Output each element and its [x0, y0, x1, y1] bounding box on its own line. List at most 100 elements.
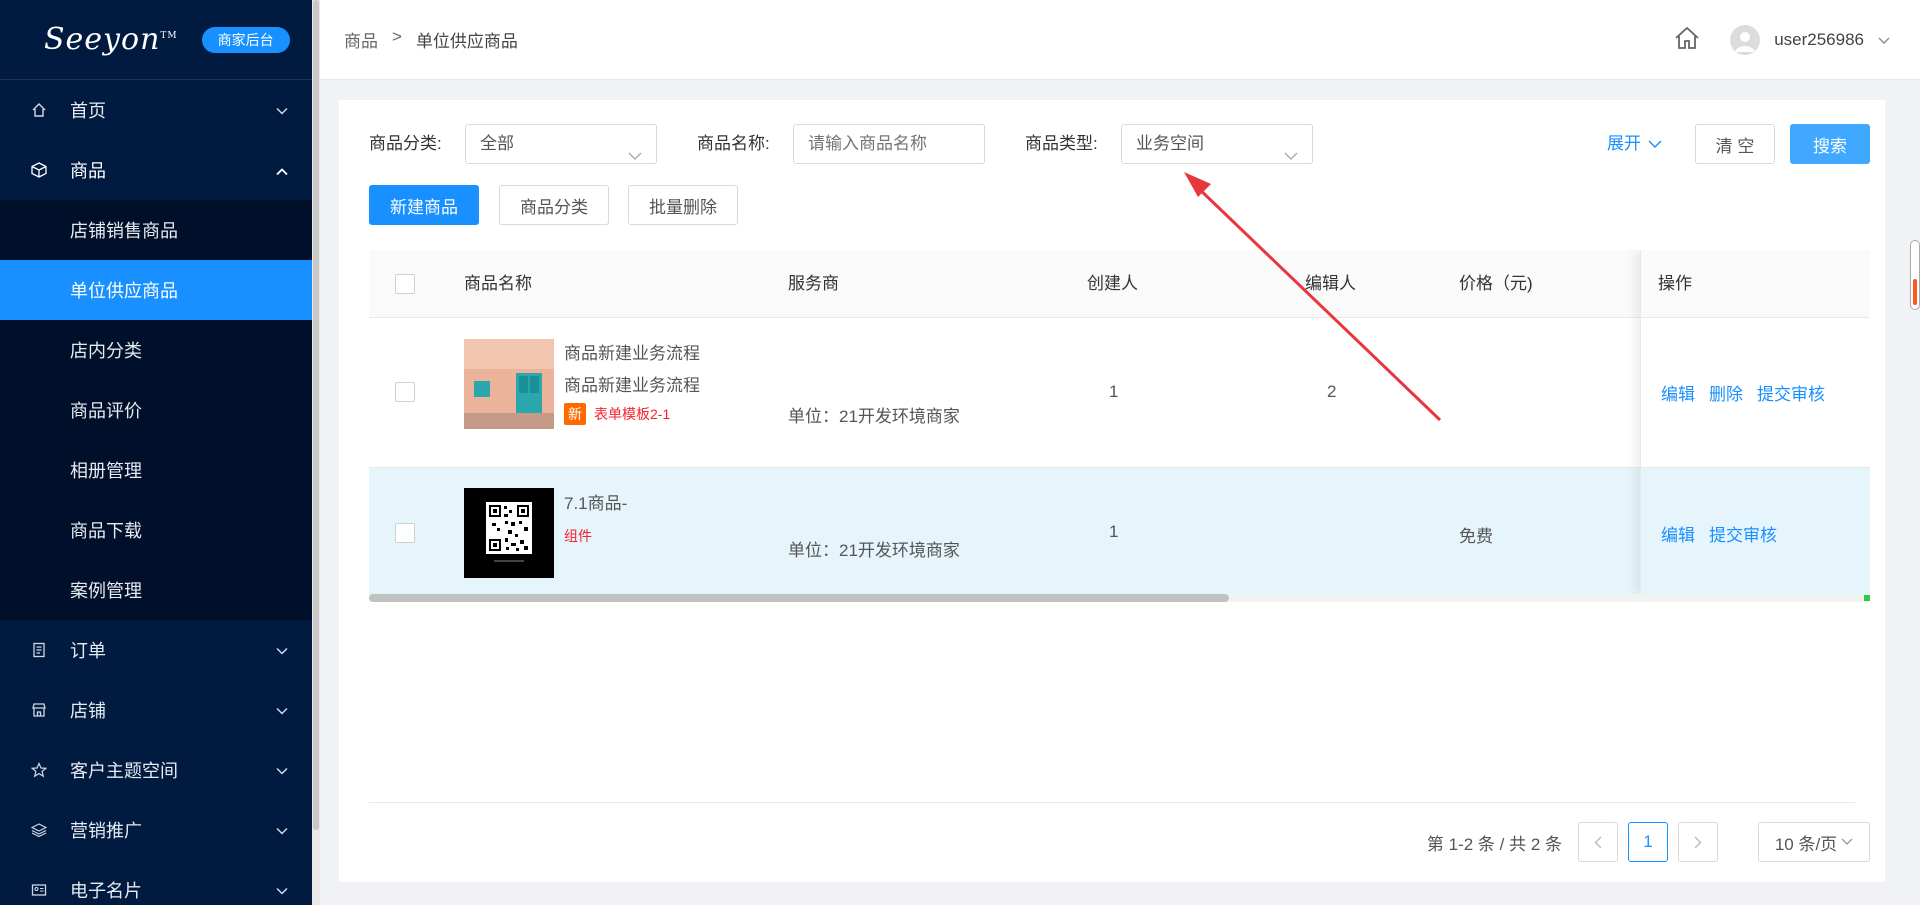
category-filter-label: 商品分类: — [369, 134, 442, 153]
goods-name-input[interactable] — [793, 124, 985, 164]
category-select[interactable]: 全部 — [465, 124, 657, 164]
layers-icon — [30, 821, 48, 839]
page-scrollbar-thumb[interactable] — [1913, 279, 1917, 305]
goods-category-button[interactable]: 商品分类 — [499, 185, 609, 225]
column-header-price: 价格（元) — [1459, 274, 1533, 293]
qr-code-thumbnail[interactable] — [464, 488, 554, 578]
sidebar-scrollbar-thumb[interactable] — [313, 0, 319, 830]
submit-review-link[interactable]: 提交审核 — [1757, 385, 1825, 404]
category-select-value: 全部 — [480, 134, 514, 153]
chevron-down-icon — [1648, 140, 1662, 149]
page-scrollbar[interactable] — [1910, 240, 1920, 310]
row-checkbox[interactable] — [395, 382, 415, 402]
goods-type-select[interactable]: 业务空间 — [1121, 124, 1313, 164]
menu-item-label: 营销推广 — [70, 821, 142, 841]
delete-link[interactable]: 删除 — [1709, 385, 1743, 404]
editor-cell: 2 — [1327, 382, 1337, 401]
chevron-left-icon — [1594, 836, 1602, 848]
sidebar-item-case-management[interactable]: 案例管理 — [0, 560, 312, 620]
sidebar-item-goods-download[interactable]: 商品下载 — [0, 500, 312, 560]
next-page-button[interactable] — [1678, 822, 1718, 862]
sidebar-item-store-sales-goods[interactable]: 店铺销售商品 — [0, 200, 312, 260]
menu-item-label: 首页 — [70, 101, 106, 121]
menu-item-home[interactable]: 首页 — [0, 80, 312, 140]
card-icon — [30, 881, 48, 899]
type-filter-label: 商品类型: — [1025, 134, 1098, 153]
breadcrumb-current: 单位供应商品 — [415, 32, 518, 51]
sidebar-item-unit-supply-goods[interactable]: 单位供应商品 — [0, 260, 312, 320]
table-horizontal-scrollbar[interactable] — [369, 594, 1870, 602]
goods-submenu: 店铺销售商品 单位供应商品 店内分类 商品评价 相册管理 商品下载 案例管理 — [0, 200, 312, 620]
menu-item-marketing[interactable]: 营销推广 — [0, 800, 312, 860]
menu-item-business-card[interactable]: 电子名片 — [0, 860, 312, 905]
edit-link[interactable]: 编辑 — [1661, 526, 1695, 545]
goods-name-cell: 7.1商品- 组件 — [564, 488, 627, 552]
menu-item-label: 电子名片 — [70, 881, 142, 901]
menu-item-orders[interactable]: 订单 — [0, 620, 312, 680]
sidebar-item-goods-review[interactable]: 商品评价 — [0, 380, 312, 440]
goods-subtitle: 商品新建业务流程 — [564, 376, 700, 395]
goods-name-cell: 商品新建业务流程 商品新建业务流程 新表单模板2-1 — [564, 338, 700, 426]
breadcrumb: 商品 > 单位供应商品 — [344, 27, 518, 52]
select-all-checkbox[interactable] — [395, 274, 415, 294]
home-icon[interactable] — [1674, 26, 1700, 55]
chevron-down-icon — [1284, 137, 1298, 175]
new-badge: 新 — [564, 403, 586, 425]
column-header-editor: 编辑人 — [1305, 274, 1356, 293]
goods-name[interactable]: 7.1商品- — [564, 488, 627, 520]
batch-delete-button[interactable]: 批量删除 — [628, 185, 738, 225]
filter-bar: 商品分类: 全部 商品名称: 商品类型: 业务空间 展开 清 空 搜索 — [369, 124, 1870, 164]
prev-page-button[interactable] — [1578, 822, 1618, 862]
chevron-down-icon — [1841, 838, 1853, 845]
sidebar-item-album[interactable]: 相册管理 — [0, 440, 312, 500]
goods-name[interactable]: 商品新建业务流程 — [564, 338, 700, 370]
sidebar: SeeyonTM 商家后台 首页 商品 店铺销售商品 单位供应商品 店内分类 商… — [0, 0, 312, 905]
star-icon — [30, 761, 48, 779]
column-header-creator: 创建人 — [1087, 274, 1138, 293]
page-size-select[interactable]: 10 条/页 — [1758, 822, 1870, 862]
goods-table: 商品名称 服务商 创建人 编辑人 价格（元) 操作 — [369, 250, 1870, 602]
goods-tags: 新表单模板2-1 — [564, 402, 700, 426]
expand-filters-link[interactable]: 展开 — [1607, 124, 1662, 164]
edit-link[interactable]: 编辑 — [1661, 385, 1695, 404]
box-icon — [30, 161, 48, 179]
breadcrumb-root[interactable]: 商品 — [344, 27, 378, 52]
column-header-actions-fixed: 操作 — [1658, 274, 1692, 293]
new-goods-button[interactable]: 新建商品 — [369, 185, 479, 225]
table-scrollbar-thumb[interactable] — [369, 594, 1229, 602]
username[interactable]: user256986 — [1774, 30, 1864, 50]
creator-cell: 1 — [1109, 382, 1119, 401]
search-button[interactable]: 搜索 — [1790, 124, 1870, 164]
sidebar-item-store-category[interactable]: 店内分类 — [0, 320, 312, 380]
row-actions: 编辑 提交审核 — [1641, 468, 1870, 594]
price-cell: 免费 — [1459, 527, 1493, 546]
pagination: 第 1-2 条 / 共 2 条 1 10 条/页 — [1427, 822, 1870, 862]
menu-item-customer-space[interactable]: 客户主题空间 — [0, 740, 312, 800]
goods-thumbnail[interactable] — [464, 339, 554, 429]
chevron-down-icon — [276, 880, 288, 901]
chevron-down-icon[interactable] — [1878, 30, 1890, 50]
form-template-tag: 表单模板2-1 — [594, 406, 671, 422]
name-filter-label: 商品名称: — [697, 134, 770, 153]
column-header-provider: 服务商 — [788, 274, 839, 293]
row-checkbox[interactable] — [395, 523, 415, 543]
breadcrumb-separator: > — [392, 27, 402, 46]
menu-item-label: 店铺 — [70, 701, 106, 721]
chevron-down-icon — [628, 137, 642, 175]
provider-cell: 单位：21开发环境商家 — [788, 541, 960, 560]
brand-logo: SeeyonTM — [44, 22, 178, 57]
sidebar-scrollbar[interactable] — [312, 0, 320, 905]
menu-item-store[interactable]: 店铺 — [0, 680, 312, 740]
submit-review-link[interactable]: 提交审核 — [1709, 526, 1777, 545]
top-header: 商品 > 单位供应商品 user256986 — [320, 0, 1920, 80]
row-actions: 编辑 删除 提交审核 — [1641, 318, 1870, 468]
order-icon — [30, 641, 48, 659]
avatar[interactable] — [1730, 25, 1761, 55]
clear-button[interactable]: 清 空 — [1695, 124, 1775, 164]
menu-item-goods[interactable]: 商品 — [0, 140, 312, 200]
page-number-button[interactable]: 1 — [1628, 822, 1668, 862]
chevron-down-icon — [276, 700, 288, 721]
goods-type-select-value: 业务空间 — [1136, 134, 1204, 153]
merchant-badge: 商家后台 — [201, 26, 290, 53]
column-header-name: 商品名称 — [464, 274, 532, 293]
